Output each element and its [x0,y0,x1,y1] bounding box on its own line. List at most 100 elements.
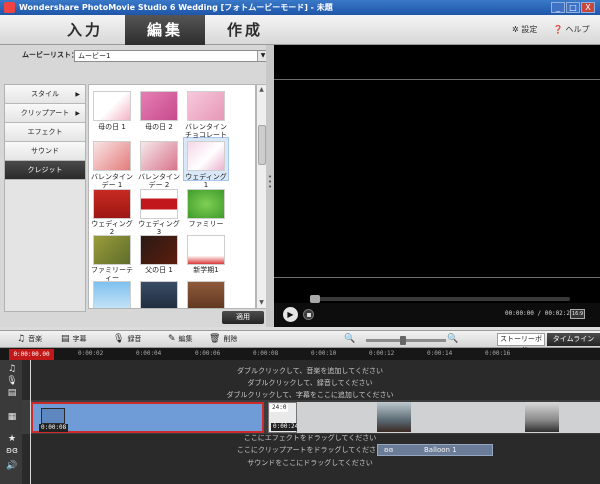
pencil-icon: ✎ [168,334,176,344]
apply-button[interactable]: 適用 [222,311,264,324]
thumbnail-label: バレンタインデー 2 [138,173,180,189]
thumbnail-label: ファミリー [188,220,224,228]
tab-edit[interactable]: 編集 [125,15,205,45]
music-label: 音楽 [28,335,43,343]
thumbnail-valentine-1[interactable] [93,141,131,171]
thumbnail-label: バレンタインチョコレート [185,123,227,139]
storyboard-button[interactable]: ストーリーボード [497,333,545,354]
settings-label: 設定 [521,25,538,34]
sound-track-hint[interactable]: サウンドをここにドラッグしてください [0,458,600,468]
clip-duration: 0:00:08 [39,424,69,432]
wedding-photo-2[interactable] [525,402,559,432]
ruler-tick: 0:00:12 [369,350,395,357]
zoom-slider[interactable] [366,339,446,342]
thumbnail-new-semester-1[interactable] [187,235,225,265]
timeline-view-button[interactable]: タイムライン [547,333,600,346]
ruler-tick: 0:00:14 [427,350,453,357]
thumbnail-mothers-day-2[interactable] [140,91,178,121]
thumbnail-wedding-2[interactable] [93,189,131,219]
record-button[interactable]: 🎙 録音 [113,333,141,345]
category-clipart[interactable]: クリップアート ▶ [5,104,85,123]
ruler-tick: 0:00:16 [485,350,511,357]
ruler-tick: 0:00:04 [136,350,162,357]
wedding-photo-1[interactable] [377,402,411,432]
help-icon: ❓ [553,25,563,34]
thumbnail-denim[interactable] [140,281,178,308]
butterfly-icon: ʚɞ [384,446,394,454]
thumbnail-valentine-chocolate[interactable] [187,91,225,121]
thumbnail-sky[interactable] [93,281,131,308]
subtitle-button[interactable]: ▤ 字幕 [61,333,87,345]
triangle-right-icon: ▶ [75,110,80,117]
video-clip-selected[interactable]: 0:00:08 [31,402,264,433]
play-button[interactable]: ▶ [283,307,298,322]
zoom-in-icon: 🔍 [447,334,459,344]
scrollbar-thumb[interactable] [258,125,266,165]
music-track-hint[interactable]: ダブルクリックして、音楽を追加してください [0,366,600,376]
music-button[interactable]: ♫ 音楽 [17,333,42,345]
thumbnail-label: ファミリーティー [91,266,133,282]
play-icon: ▶ [287,310,294,319]
thumbnail-wedding-3[interactable] [140,189,178,219]
category-list: スタイル ▶ クリップアート ▶ エフェクト サウンド クレジット [4,84,86,312]
scroll-down-icon[interactable]: ▼ [257,298,266,308]
category-label: クレジット [27,166,63,174]
category-effect[interactable]: エフェクト [5,123,85,142]
thumbnail-brick[interactable] [187,281,225,308]
record-track-hint[interactable]: ダブルクリックして、録音してください [0,378,600,388]
panel-splitter[interactable]: • • • [266,45,274,327]
movie-list-select[interactable]: ムービー1 ▼ [74,50,269,62]
zoom-in-button[interactable]: 🔍 [447,333,461,345]
tab-input[interactable]: 入力 [45,15,125,45]
thumbnail-family[interactable] [187,189,225,219]
clipart-item-label: Balloon 1 [424,446,457,454]
delete-label: 削除 [223,335,238,343]
ruler-tick: 0:00:06 [195,350,221,357]
current-time-indicator: 0:00:00.00 [9,349,54,360]
edit-label: 編集 [178,335,193,343]
scroll-up-icon[interactable]: ▲ [257,85,266,95]
close-button[interactable]: X [581,2,595,13]
clipart-item-balloon[interactable]: ʚɞ Balloon 1 [377,444,493,456]
thumbnail-label: 母の日 2 [145,123,173,131]
effect-track-hint[interactable]: ここにエフェクトをドラッグしてください [0,433,600,443]
thumbnail-family-tea[interactable] [93,235,131,265]
thumbnail-wedding-1[interactable] [187,141,225,171]
aspect-ratio-button[interactable]: 16:9 [570,309,586,319]
minimize-button[interactable]: _ [551,2,565,13]
thumbnail-label: 新学期1 [193,266,219,274]
settings-button[interactable]: ✲ 設定 [512,15,537,45]
thumbnail-label: ウェディング 1 [185,173,227,189]
subtitle-track-hint[interactable]: ダブルクリックして、字幕をここに追加してください [0,390,600,400]
category-credit[interactable]: クレジット [5,161,85,180]
delete-button[interactable]: 🗑 削除 [209,333,237,345]
video-clip-2[interactable]: 24:0 0:00:24 [268,402,301,433]
triangle-right-icon: ▶ [75,91,80,98]
trash-icon: 🗑 [209,334,221,344]
seek-bar[interactable] [310,297,570,301]
thumbnail-fathers-day-1[interactable] [140,235,178,265]
stop-button[interactable] [303,309,314,320]
film-icon [41,408,65,424]
thumbnail-grid: 母の日 1 母の日 2 バレンタインチョコレート バレンタインデー 1 バレンタ… [88,84,256,309]
maximize-button[interactable]: □ [566,2,580,13]
thumbnail-valentine-2[interactable] [140,141,178,171]
edit-button[interactable]: ✎ 編集 [168,333,193,345]
tab-create[interactable]: 作成 [205,15,285,45]
ruler-tick: 0:00:08 [253,350,279,357]
category-style[interactable]: スタイル ▶ [5,85,85,104]
clipart-track-hint[interactable]: ここにクリップアートをドラッグしてください [0,445,600,455]
seek-handle[interactable] [310,295,320,303]
category-label: サウンド [31,147,59,155]
thumbnail-label: 父の日 1 [145,266,173,274]
zoom-slider-handle[interactable] [400,336,406,345]
category-sound[interactable]: サウンド [5,142,85,161]
music-note-icon: ♫ [17,334,26,344]
thumbnail-mothers-day-1[interactable] [93,91,131,121]
zoom-out-button[interactable]: 🔍 [344,333,358,345]
video-track-icon: ▦ [7,412,17,422]
playhead[interactable] [30,360,31,484]
thumbnail-label: ウェディング 2 [91,220,133,236]
preview-frame-bottom [274,277,600,278]
help-button[interactable]: ❓ ヘルプ [553,15,590,45]
